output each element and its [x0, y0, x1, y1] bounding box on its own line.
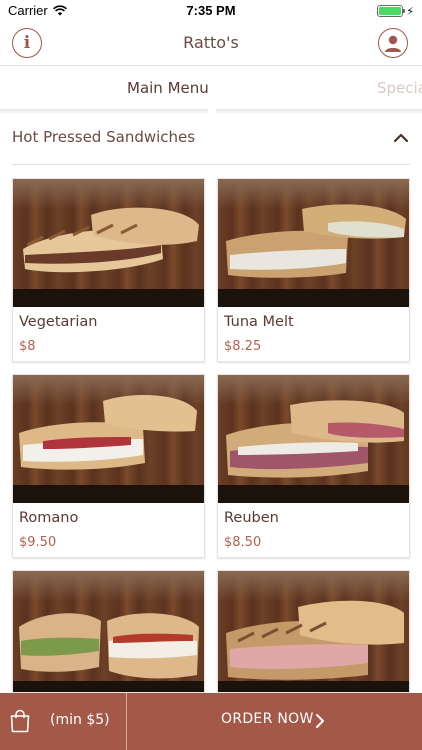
status-bar: Carrier 7:35 PM ⚡: [0, 0, 422, 22]
menu-item-card[interactable]: Vegetarian $8: [12, 178, 205, 362]
sandwich-photo: [218, 179, 409, 307]
user-icon: [385, 35, 401, 52]
item-price: $8: [19, 339, 36, 354]
order-bar: (min $5) ORDER NOW: [0, 693, 422, 750]
sandwich-photo: [218, 375, 409, 503]
item-name: Vegetarian: [19, 314, 98, 330]
category-title: Hot Pressed Sandwiches: [12, 128, 196, 146]
sandwich-photo: [218, 571, 409, 692]
menu-item-card[interactable]: Romano $9.50: [12, 374, 205, 558]
battery-indicator: ⚡: [377, 5, 414, 17]
menu-tabs: Main Menu Specials: [0, 67, 422, 113]
minimum-order-label: (min $5): [50, 712, 110, 728]
item-price: $8.25: [224, 339, 262, 354]
order-now-button[interactable]: ORDER NOW: [221, 711, 314, 727]
shopping-bag-icon[interactable]: [9, 709, 31, 733]
page-title: Ratto's: [183, 33, 239, 52]
sandwich-photo: [13, 571, 204, 692]
status-time: 7:35 PM: [186, 3, 236, 18]
profile-button[interactable]: [378, 28, 408, 58]
item-name: Reuben: [224, 510, 279, 526]
item-name: Tuna Melt: [224, 314, 294, 330]
chevron-right-icon[interactable]: [315, 713, 325, 729]
item-price: $8.50: [224, 535, 262, 550]
battery-icon: [377, 5, 406, 17]
order-bar-divider: [126, 693, 127, 750]
item-name: Romano: [19, 510, 79, 526]
item-price: $9.50: [19, 535, 57, 550]
menu-item-card[interactable]: [217, 570, 410, 693]
sandwich-photo: [13, 179, 204, 307]
nav-bar: i Ratto's: [0, 22, 422, 66]
tab-specials[interactable]: Specials: [377, 79, 422, 97]
chevron-up-icon: [393, 133, 409, 143]
tab-main-menu[interactable]: Main Menu: [127, 79, 209, 97]
menu-item-card[interactable]: [12, 570, 205, 693]
sandwich-photo: [13, 375, 204, 503]
category-header[interactable]: Hot Pressed Sandwiches: [12, 113, 410, 165]
menu-item-card[interactable]: Reuben $8.50: [217, 374, 410, 558]
menu-grid: Vegetarian $8 Tuna Melt $8.25 Romano $9.…: [12, 178, 410, 693]
charging-icon: ⚡: [406, 4, 414, 18]
menu-item-card[interactable]: Tuna Melt $8.25: [217, 178, 410, 362]
